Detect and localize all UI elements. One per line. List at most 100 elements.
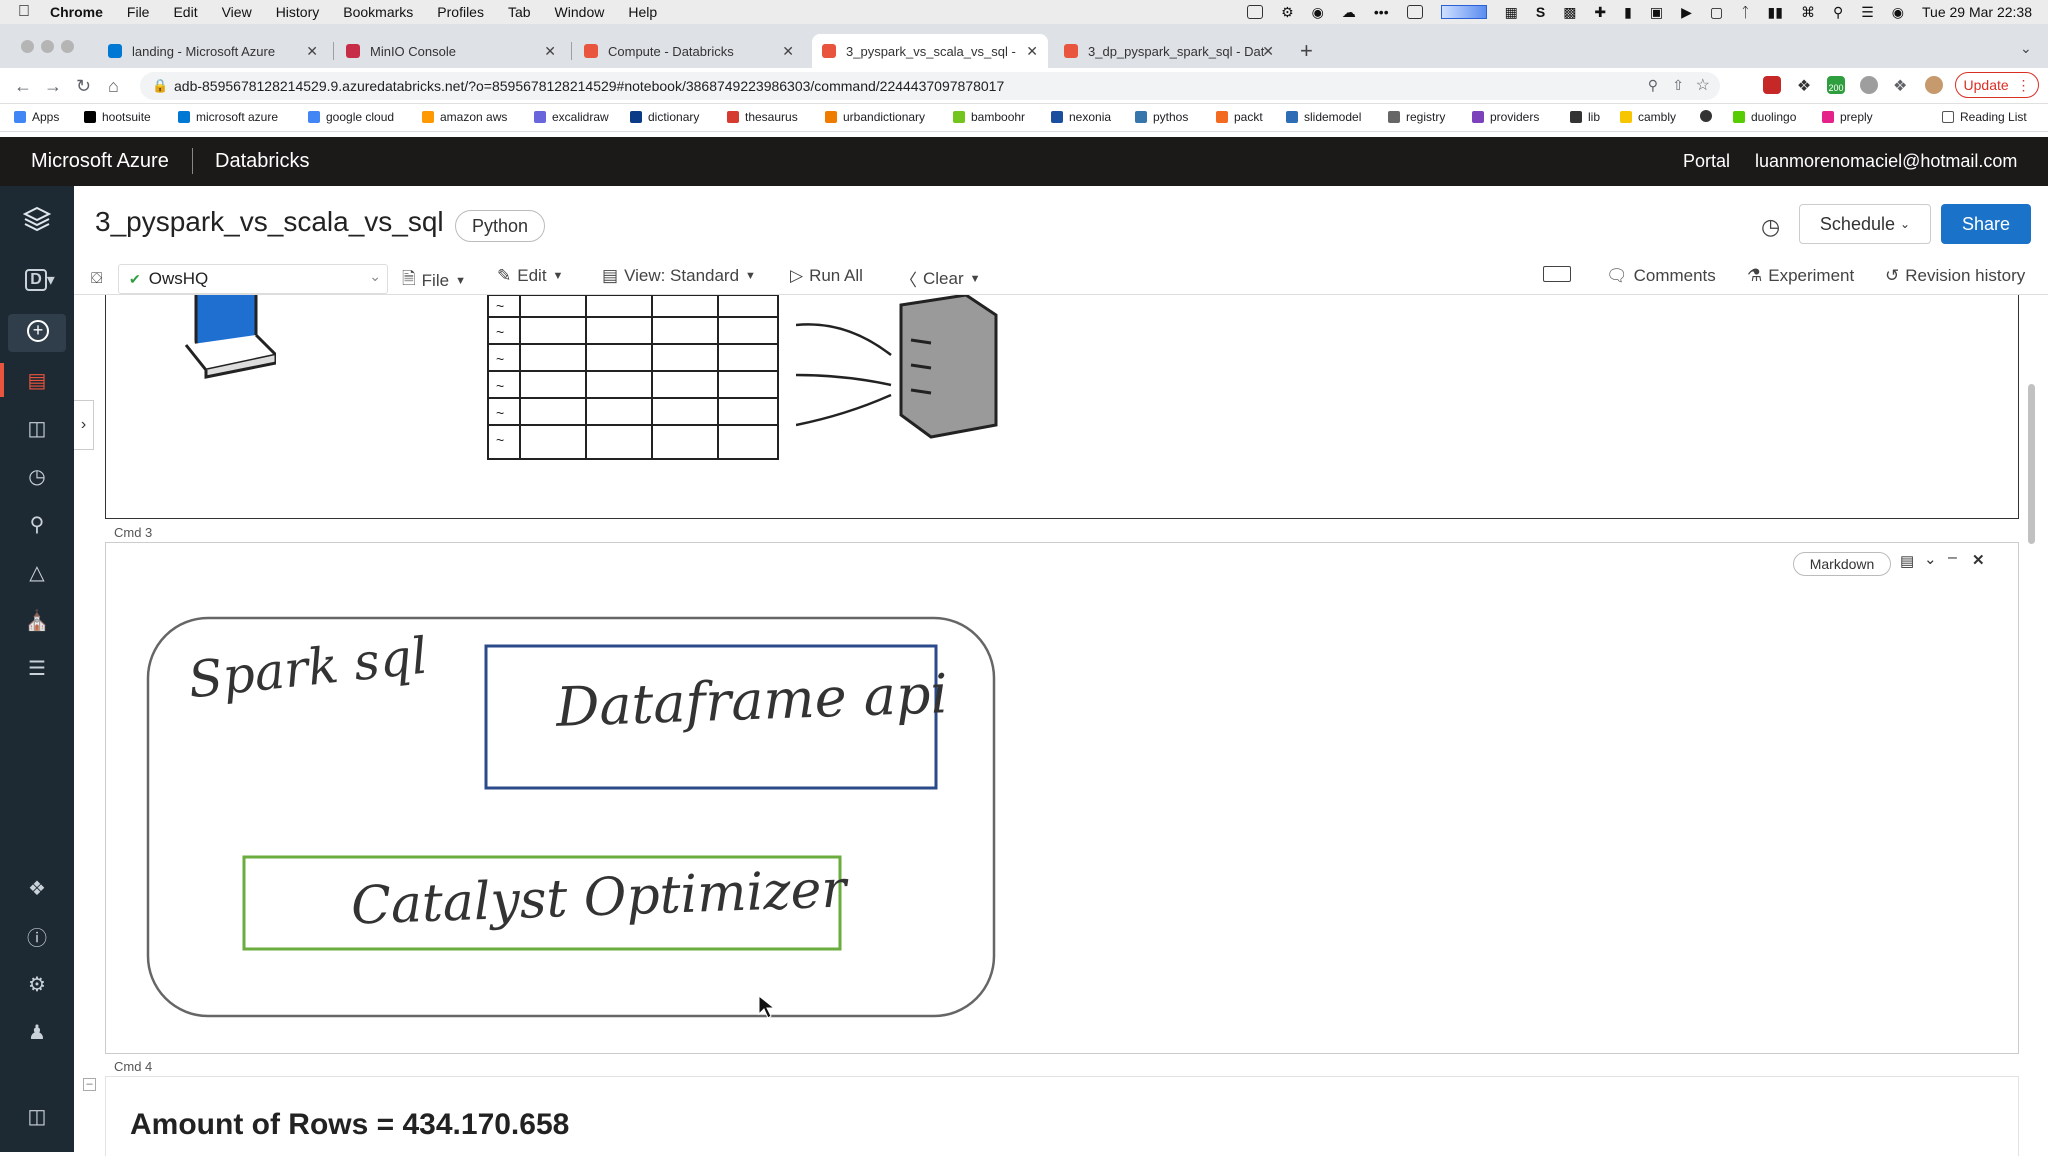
close-icon[interactable]: ✕: [782, 43, 794, 60]
battery-monitor-icon[interactable]: [1406, 5, 1423, 19]
tab-active-notebook[interactable]: 3_pyspark_vs_scala_vs_sql - ✕: [812, 34, 1048, 68]
bookmark-star-icon[interactable]: ☆: [1696, 75, 1710, 95]
reading-list[interactable]: Reading List: [1942, 110, 2027, 124]
file-menu[interactable]: 🗎 File ▼: [402, 266, 466, 295]
extension-grammarly-icon[interactable]: [1860, 76, 1878, 94]
grammarly-icon[interactable]: ◉: [1312, 4, 1324, 21]
workspace-icon[interactable]: ▤: [23, 368, 51, 392]
search-icon[interactable]: ⚲: [23, 512, 51, 536]
bookmark-item[interactable]: thesaurus: [727, 110, 798, 124]
bookmark-item[interactable]: nexonia: [1051, 110, 1111, 124]
slack-icon[interactable]: ✚: [1594, 4, 1606, 21]
bluetooth-icon[interactable]: ᛏ: [1741, 4, 1749, 20]
forward-icon[interactable]: →: [44, 76, 62, 97]
apple-icon[interactable]: : [18, 3, 30, 21]
window-icon[interactable]: ▢: [1710, 4, 1723, 21]
siri-icon[interactable]: ◉: [1892, 4, 1904, 21]
menu-window[interactable]: Window: [555, 4, 605, 20]
tab-search-chevron-icon[interactable]: ⌄: [2020, 40, 2032, 57]
notebook-cell[interactable]: ~ ~ ~ ~ ~ ~: [105, 295, 2019, 519]
tab-dp-notebook[interactable]: 3_dp_pyspark_spark_sql - Dat ✕: [1056, 34, 1284, 68]
bookmark-item[interactable]: bamboohr: [953, 110, 1025, 124]
bookmark-item[interactable]: cambly: [1620, 110, 1676, 124]
bookmark-item[interactable]: packt: [1216, 110, 1263, 124]
keyboard-shortcuts-icon[interactable]: [1543, 266, 1571, 282]
user-account-icon[interactable]: ♟: [23, 1020, 51, 1044]
sheets-icon[interactable]: ▦: [1505, 4, 1518, 21]
bookmark-item[interactable]: excalidraw: [534, 110, 609, 124]
databricks-brand[interactable]: Databricks: [215, 150, 309, 173]
network-graph-icon[interactable]: [1440, 5, 1487, 19]
close-icon[interactable]: ✕: [544, 43, 556, 60]
comments-button[interactable]: 🗨 Comments: [1606, 266, 1716, 286]
bookmark-item[interactable]: registry: [1388, 110, 1445, 124]
experiment-button[interactable]: ⚗ Experiment: [1747, 266, 1854, 286]
settings-gear-icon[interactable]: ⚙: [23, 972, 51, 996]
menu-app-name[interactable]: Chrome: [50, 4, 103, 20]
status-icon[interactable]: ⚙: [1281, 4, 1294, 21]
markdown-badge[interactable]: Markdown: [1793, 552, 1891, 576]
help-icon[interactable]: ⓘ: [23, 924, 51, 950]
portal-link[interactable]: Portal: [1683, 151, 1730, 172]
s-icon[interactable]: S: [1536, 4, 1545, 20]
bookmark-item[interactable]: urbandictionary: [825, 110, 925, 124]
extension-ut-icon[interactable]: ❖: [1795, 76, 1813, 95]
close-window-button[interactable]: [21, 40, 34, 53]
zoom-icon[interactable]: ⚲: [1648, 77, 1658, 94]
share-page-icon[interactable]: ⇧: [1672, 77, 1684, 94]
back-icon[interactable]: ←: [14, 76, 32, 97]
view-menu[interactable]: ▤ View: Standard ▼: [602, 266, 756, 286]
spotlight-icon[interactable]: ⚲: [1833, 4, 1843, 21]
address-bar[interactable]: 🔒 adb-8595678128214529.9.azuredatabricks…: [140, 72, 1720, 100]
new-tab-icon[interactable]: +: [1300, 38, 1313, 64]
markdown-cell[interactable]: Spark sql Dataframe api Catalyst Optimiz…: [105, 542, 2019, 1054]
home-icon[interactable]: ⌂: [108, 76, 119, 97]
edit-menu[interactable]: ✎ Edit ▼: [497, 266, 563, 286]
azure-brand[interactable]: Microsoft Azure: [31, 150, 169, 173]
menu-file[interactable]: File: [127, 4, 150, 20]
menu-help[interactable]: Help: [628, 4, 657, 20]
menu-history[interactable]: History: [276, 4, 320, 20]
minimize-icon[interactable]: –: [1948, 549, 1957, 567]
menu-tab[interactable]: Tab: [508, 4, 531, 20]
menu-view[interactable]: View: [222, 4, 252, 20]
run-all-button[interactable]: ▷ Run All: [790, 266, 863, 286]
jobs-icon[interactable]: ☰: [23, 656, 51, 680]
display-icon[interactable]: ▩: [1563, 4, 1576, 21]
partner-connect-icon[interactable]: ❖: [23, 876, 51, 900]
clear-menu[interactable]: 〈 Clear ▼: [900, 266, 981, 291]
bookmark-item[interactable]: hootsuite: [84, 110, 151, 124]
app-icon[interactable]: ▮: [1624, 4, 1632, 21]
persona-switcher-icon[interactable]: D ▾: [20, 268, 60, 292]
update-button[interactable]: Update ⋮: [1955, 72, 2039, 98]
bookmark-item[interactable]: [1700, 110, 1718, 122]
zoom-window-button[interactable]: [61, 40, 74, 53]
lock-icon[interactable]: 🔒: [152, 78, 168, 94]
tab-compute[interactable]: Compute - Databricks ✕: [576, 34, 804, 68]
bookmark-item[interactable]: slidemodel: [1286, 110, 1361, 124]
bookmark-item[interactable]: microsoft azure: [178, 110, 278, 124]
bookmark-item[interactable]: duolingo: [1733, 110, 1796, 124]
close-icon[interactable]: ✕: [1972, 551, 1985, 569]
user-email[interactable]: luanmorenomaciel@hotmail.com: [1755, 151, 2017, 172]
reload-icon[interactable]: ↻: [76, 76, 91, 97]
calendar-icon[interactable]: [1247, 5, 1264, 19]
more-icon[interactable]: •••: [1374, 4, 1389, 20]
expand-panel-chevron-icon[interactable]: ›: [74, 400, 94, 450]
screen-icon[interactable]: ▣: [1650, 4, 1663, 21]
language-badge[interactable]: Python: [455, 210, 545, 242]
collapse-cell-icon[interactable]: –: [83, 1078, 96, 1091]
menu-bookmarks[interactable]: Bookmarks: [343, 4, 413, 20]
create-button[interactable]: +: [8, 314, 66, 352]
bookmark-item[interactable]: preply: [1822, 110, 1873, 124]
play-icon[interactable]: ▶: [1681, 4, 1692, 21]
scrollbar-thumb[interactable]: [2028, 384, 2035, 544]
bookmark-apps[interactable]: Apps: [14, 110, 59, 124]
chevron-down-icon[interactable]: ⌄: [1924, 550, 1937, 568]
extensions-puzzle-icon[interactable]: ❖: [1893, 76, 1907, 96]
avatar[interactable]: [1925, 76, 1943, 94]
collapse-sidebar-icon[interactable]: ◫: [23, 1104, 51, 1128]
cluster-hierarchy-icon[interactable]: ⛋: [91, 270, 102, 287]
revision-history-button[interactable]: ↺ Revision history: [1885, 266, 2025, 286]
share-button[interactable]: Share: [1941, 204, 2031, 244]
